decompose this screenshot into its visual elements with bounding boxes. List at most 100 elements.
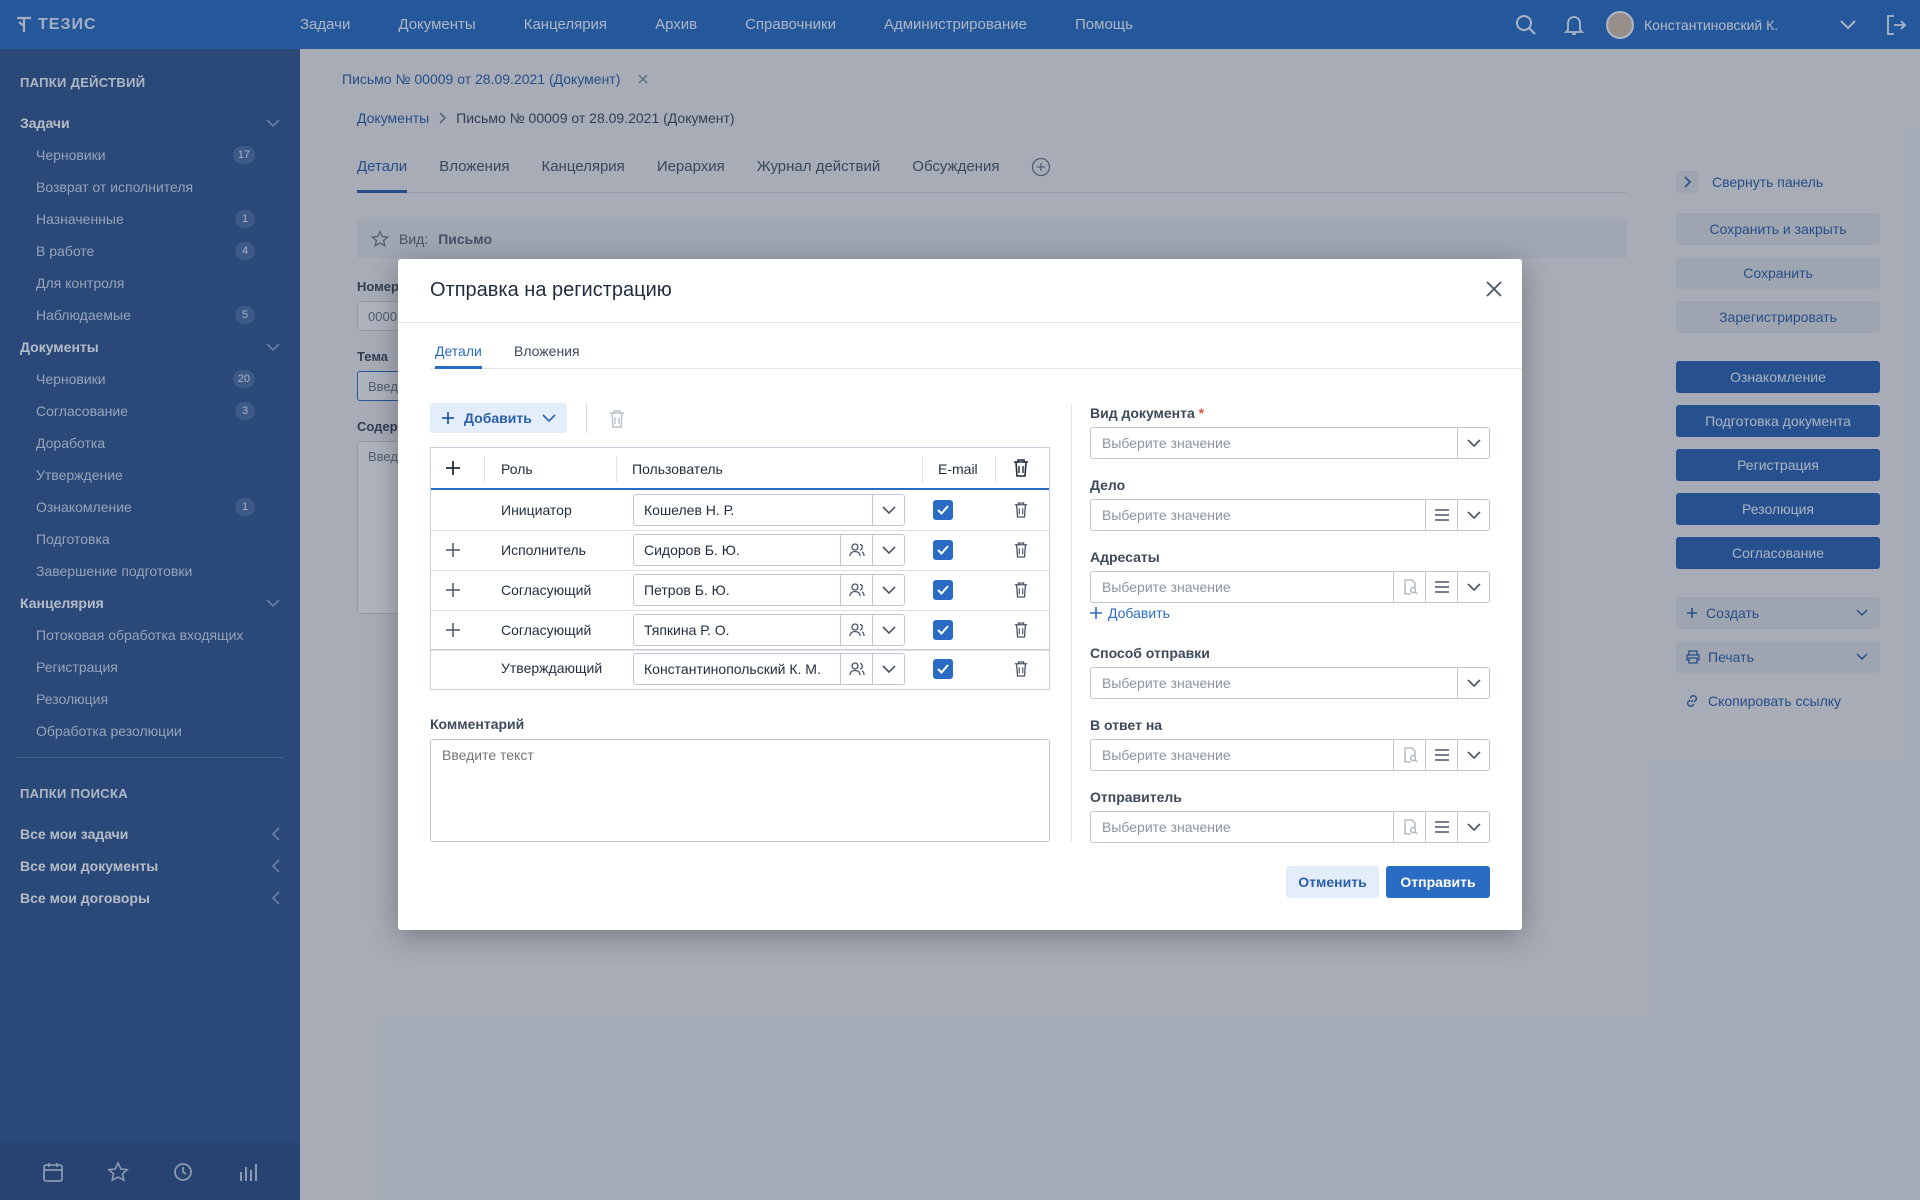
plus-icon[interactable] xyxy=(446,543,460,560)
user-value: Петров Б. Ю. xyxy=(644,582,730,598)
comment-input[interactable] xyxy=(430,739,1050,842)
user-select[interactable]: Сидоров Б. Ю. xyxy=(633,534,905,566)
add-participant-button[interactable]: Добавить xyxy=(430,403,567,433)
plus-icon[interactable] xyxy=(446,623,460,640)
plus-icon[interactable] xyxy=(446,583,460,600)
user-value: Тяпкина Р. О. xyxy=(644,622,730,638)
user-value: Сидоров Б. Ю. xyxy=(644,542,740,558)
send-method-select[interactable]: Выберите значение xyxy=(1090,667,1490,699)
chevron-down-icon xyxy=(542,414,556,422)
required-marker: * xyxy=(1198,405,1205,421)
users-icon[interactable] xyxy=(840,615,872,645)
document-search-icon[interactable] xyxy=(1393,572,1425,602)
addressees-select[interactable]: Выберите значение xyxy=(1090,571,1490,603)
table-row: Утверждающий Константинопольский К. М. xyxy=(430,649,1050,690)
role-cell: Согласующий xyxy=(501,622,592,638)
plus-icon[interactable] xyxy=(445,460,461,479)
trash-icon[interactable] xyxy=(609,409,625,429)
users-icon[interactable] xyxy=(840,654,872,684)
add-button-label: Добавить xyxy=(464,410,532,426)
column-user: Пользователь xyxy=(632,461,723,477)
chevron-down-icon[interactable] xyxy=(872,615,904,645)
email-checkbox[interactable] xyxy=(933,540,953,560)
users-icon[interactable] xyxy=(840,575,872,605)
send-method-label: Способ отправки xyxy=(1090,645,1210,661)
table-row: Согласующий Петров Б. Ю. xyxy=(431,570,1049,610)
table-header: Роль Пользователь E-mail xyxy=(431,448,1049,490)
doc-type-label-text: Вид документа xyxy=(1090,405,1195,421)
divider xyxy=(586,403,587,433)
user-select[interactable]: Тяпкина Р. О. xyxy=(633,614,905,646)
send-to-registration-dialog: Отправка на регистрацию Детали Вложения … xyxy=(398,259,1522,930)
user-select[interactable]: Кошелев Н. Р. xyxy=(633,494,905,526)
sender-select[interactable]: Выберите значение xyxy=(1090,811,1490,843)
users-icon[interactable] xyxy=(840,535,872,565)
add-addressee-label: Добавить xyxy=(1108,605,1170,621)
chevron-down-icon[interactable] xyxy=(1457,428,1489,458)
chevron-down-icon[interactable] xyxy=(872,495,904,525)
dialog-title: Отправка на регистрацию xyxy=(430,279,672,301)
table-row: Исполнитель Сидоров Б. Ю. xyxy=(431,530,1049,570)
chevron-down-icon[interactable] xyxy=(872,654,904,684)
list-icon[interactable] xyxy=(1425,740,1457,770)
participants-table: Роль Пользователь E-mail Инициатор Кошел… xyxy=(430,447,1050,651)
cancel-button[interactable]: Отменить xyxy=(1286,866,1379,898)
doc-type-label: Вид документа * xyxy=(1090,405,1204,421)
chevron-down-icon[interactable] xyxy=(1457,668,1489,698)
user-value: Кошелев Н. Р. xyxy=(644,502,735,518)
email-checkbox[interactable] xyxy=(933,620,953,640)
role-cell: Исполнитель xyxy=(501,542,586,558)
user-select[interactable]: Константинопольский К. М. xyxy=(633,653,905,685)
send-method-value: Выберите значение xyxy=(1102,675,1231,691)
role-cell: Согласующий xyxy=(501,582,592,598)
reply-to-label: В ответ на xyxy=(1090,717,1163,733)
chevron-down-icon[interactable] xyxy=(872,575,904,605)
user-select[interactable]: Петров Б. Ю. xyxy=(633,574,905,606)
document-search-icon[interactable] xyxy=(1393,740,1425,770)
chevron-down-icon[interactable] xyxy=(1457,812,1489,842)
send-button[interactable]: Отправить xyxy=(1386,866,1490,898)
plus-icon xyxy=(442,412,454,424)
list-icon[interactable] xyxy=(1425,500,1457,530)
trash-icon[interactable] xyxy=(1014,581,1028,602)
chevron-down-icon[interactable] xyxy=(1457,572,1489,602)
list-icon[interactable] xyxy=(1425,572,1457,602)
divider xyxy=(1071,404,1072,842)
sender-label: Отправитель xyxy=(1090,789,1182,805)
dialog-tab-details[interactable]: Детали xyxy=(435,343,482,369)
doc-type-value: Выберите значение xyxy=(1102,435,1231,451)
table-row: Инициатор Кошелев Н. Р. xyxy=(431,490,1049,530)
case-select[interactable]: Выберите значение xyxy=(1090,499,1490,531)
list-icon[interactable] xyxy=(1425,812,1457,842)
close-icon[interactable] xyxy=(1486,281,1502,297)
column-role: Роль xyxy=(501,461,533,477)
dialog-tab-attachments[interactable]: Вложения xyxy=(514,343,580,369)
trash-icon[interactable] xyxy=(1014,541,1028,562)
email-checkbox[interactable] xyxy=(933,580,953,600)
trash-icon[interactable] xyxy=(1014,660,1028,681)
chevron-down-icon[interactable] xyxy=(1457,740,1489,770)
trash-icon[interactable] xyxy=(1013,458,1029,481)
reply-to-value: Выберите значение xyxy=(1102,747,1231,763)
dialog-tabs: Детали Вложения xyxy=(430,323,1522,369)
doc-type-select[interactable]: Выберите значение xyxy=(1090,427,1490,459)
role-cell: Утверждающий xyxy=(501,660,603,676)
document-search-icon[interactable] xyxy=(1393,812,1425,842)
email-checkbox[interactable] xyxy=(933,659,953,679)
user-value: Константинопольский К. М. xyxy=(644,661,821,677)
trash-icon[interactable] xyxy=(1014,621,1028,642)
case-label: Дело xyxy=(1090,477,1126,493)
trash-icon[interactable] xyxy=(1014,501,1028,522)
email-checkbox[interactable] xyxy=(933,500,953,520)
addressees-label: Адресаты xyxy=(1090,549,1160,565)
case-value: Выберите значение xyxy=(1102,507,1231,523)
chevron-down-icon[interactable] xyxy=(1457,500,1489,530)
reply-to-select[interactable]: Выберите значение xyxy=(1090,739,1490,771)
add-addressee-link[interactable]: Добавить xyxy=(1090,605,1170,621)
sender-value: Выберите значение xyxy=(1102,819,1231,835)
comment-label: Комментарий xyxy=(430,716,525,732)
chevron-down-icon[interactable] xyxy=(872,535,904,565)
addressees-value: Выберите значение xyxy=(1102,579,1231,595)
role-cell: Инициатор xyxy=(501,502,572,518)
table-row: Согласующий Тяпкина Р. О. xyxy=(431,610,1049,650)
